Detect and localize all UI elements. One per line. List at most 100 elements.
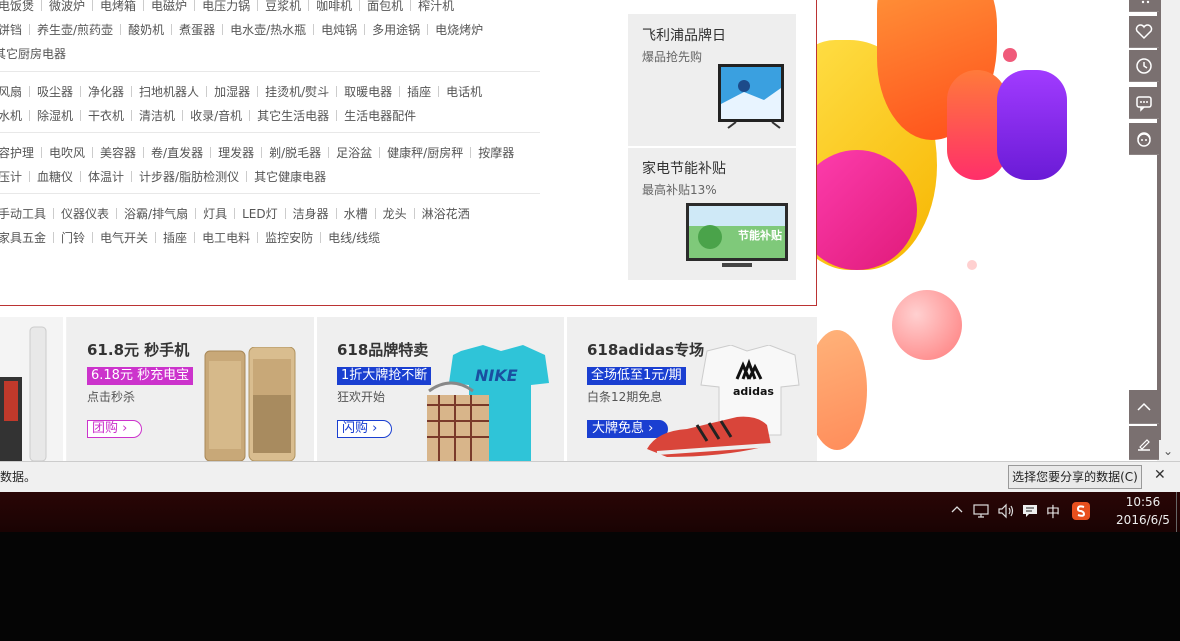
customer-service-icon[interactable]: [1129, 123, 1159, 155]
category-link[interactable]: 多用途锅: [372, 20, 420, 40]
group-buy-button[interactable]: 团购 ›: [87, 420, 143, 438]
category-link[interactable]: 灯具: [203, 204, 227, 224]
category-separator: [120, 24, 122, 35]
category-link[interactable]: 插座: [163, 228, 187, 248]
category-link[interactable]: 体温计: [88, 167, 124, 187]
category-link[interactable]: 浴霸/排气扇: [124, 204, 188, 224]
deal-phone[interactable]: 61.8元 秒手机 6.18元 秒充电宝 点击秒杀 团购 ›: [67, 317, 317, 461]
share-data-button[interactable]: 选择您要分享的数据(C): [1008, 465, 1142, 489]
action-center-icon[interactable]: [1021, 503, 1039, 522]
category-link[interactable]: 清洁机: [139, 106, 175, 126]
category-link[interactable]: 扫地机器人: [139, 82, 199, 102]
nike-logo-text: NIKE: [475, 366, 518, 385]
category-link[interactable]: 榨汁机: [418, 0, 454, 16]
category-link[interactable]: 容护理: [0, 143, 34, 163]
category-link[interactable]: 仪器仪表: [61, 204, 109, 224]
category-link[interactable]: 电炖锅: [321, 20, 357, 40]
category-link[interactable]: 干衣机: [88, 106, 124, 126]
category-link[interactable]: 理发器: [218, 143, 254, 163]
close-icon[interactable]: ✕: [1154, 467, 1166, 483]
category-link[interactable]: 电线/线缆: [328, 228, 380, 248]
clock-date[interactable]: 2016/6/5: [1106, 513, 1180, 527]
category-link[interactable]: 除湿机: [37, 106, 73, 126]
category-link[interactable]: 电吹风: [49, 143, 85, 163]
category-link[interactable]: 挂烫机/熨斗: [265, 82, 329, 102]
category-link[interactable]: 生活电器配件: [344, 106, 416, 126]
message-icon[interactable]: [1129, 87, 1159, 119]
category-link[interactable]: 电烧烤炉: [435, 20, 483, 40]
category-link[interactable]: 电烤箱: [100, 0, 136, 16]
category-link[interactable]: 血糖仪: [37, 167, 73, 187]
category-link[interactable]: 插座: [407, 82, 431, 102]
category-link[interactable]: 计步器/脂肪检测仪: [139, 167, 239, 187]
category-separator: [29, 24, 31, 35]
category-link[interactable]: 养生壶/煎药壶: [37, 20, 113, 40]
category-link[interactable]: 卷/直发器: [151, 143, 203, 163]
category-link[interactable]: 电气开关: [100, 228, 148, 248]
category-link[interactable]: 酸奶机: [128, 20, 164, 40]
category-link[interactable]: 洁身器: [293, 204, 329, 224]
category-link[interactable]: 净化器: [88, 82, 124, 102]
category-link[interactable]: 龙头: [383, 204, 407, 224]
category-link[interactable]: 面包机: [367, 0, 403, 16]
scroll-down-arrow-icon[interactable]: ⌄: [1163, 444, 1173, 458]
category-link[interactable]: 水机: [0, 106, 22, 126]
category-link[interactable]: 健康秤/厨房秤: [387, 143, 463, 163]
category-separator: [131, 86, 133, 97]
heart-icon[interactable]: [1129, 16, 1159, 48]
category-link[interactable]: 其它生活电器: [257, 106, 329, 126]
category-link[interactable]: 收录/音机: [190, 106, 242, 126]
category-link[interactable]: 微波炉: [49, 0, 85, 16]
promo-subtitle: 最高补贴13%: [642, 183, 717, 197]
category-link[interactable]: 监控安防: [265, 228, 313, 248]
category-link[interactable]: 咖啡机: [316, 0, 352, 16]
category-link[interactable]: 按摩器: [478, 143, 514, 163]
category-link[interactable]: 吸尘器: [37, 82, 73, 102]
category-link[interactable]: 饼铛: [0, 20, 22, 40]
category-link[interactable]: 电工电料: [202, 228, 250, 248]
divider: [0, 193, 540, 194]
category-link[interactable]: 压计: [0, 167, 22, 187]
cart-icon[interactable]: [1129, 0, 1159, 12]
category-link[interactable]: 其它厨房电器: [0, 44, 66, 64]
category-link[interactable]: 电话机: [446, 82, 482, 102]
category-link[interactable]: 电饭煲: [0, 0, 34, 16]
category-link[interactable]: 家具五金: [0, 228, 46, 248]
category-link[interactable]: 美容器: [100, 143, 136, 163]
volume-icon[interactable]: [997, 503, 1015, 522]
back-to-top-icon[interactable]: [1129, 390, 1159, 424]
category-link[interactable]: 加湿器: [214, 82, 250, 102]
category-link[interactable]: LED灯: [242, 204, 278, 224]
deal-brand-sale[interactable]: 618品牌特卖 1折大牌抢不断 狂欢开始 闪购 › NIKE: [317, 317, 567, 461]
category-link[interactable]: 豆浆机: [265, 0, 301, 16]
show-desktop-divider[interactable]: [1176, 492, 1177, 532]
deal-partial[interactable]: [0, 317, 66, 461]
category-link[interactable]: 门铃: [61, 228, 85, 248]
category-link[interactable]: 电磁炉: [151, 0, 187, 16]
sogou-input-icon[interactable]: [1072, 502, 1090, 520]
history-icon[interactable]: [1129, 50, 1159, 82]
category-separator: [379, 147, 381, 158]
category-link[interactable]: 足浴盆: [336, 143, 372, 163]
promo-philips[interactable]: 飞利浦品牌日 爆品抢先购: [628, 14, 796, 146]
feedback-icon[interactable]: [1129, 426, 1159, 460]
category-link[interactable]: 风扇: [0, 82, 22, 102]
promo-energy-subsidy[interactable]: 家电节能补贴 最高补贴13% 节能补贴: [628, 148, 796, 280]
chevron-up-icon[interactable]: [951, 503, 963, 517]
clock-time[interactable]: 10:56: [1110, 495, 1176, 509]
category-link[interactable]: 剃/脱毛器: [269, 143, 321, 163]
category-link[interactable]: 水槽: [344, 204, 368, 224]
category-link[interactable]: 电压力锅: [202, 0, 250, 16]
category-link[interactable]: 取暖电器: [344, 82, 392, 102]
energy-tv-image: 节能补贴: [686, 203, 788, 267]
network-icon[interactable]: [973, 503, 991, 522]
page-scrollbar[interactable]: ⌄: [1157, 0, 1180, 461]
category-link[interactable]: 其它健康电器: [254, 167, 326, 187]
category-link[interactable]: 淋浴花洒: [422, 204, 470, 224]
category-link[interactable]: 手动工具: [0, 204, 46, 224]
category-link[interactable]: 煮蛋器: [179, 20, 215, 40]
ime-indicator[interactable]: 中: [1046, 502, 1060, 522]
category-link[interactable]: 电水壶/热水瓶: [230, 20, 306, 40]
deal-adidas[interactable]: 618adidas专场 全场低至1元/期 白条12期免息 大牌免息 › adid…: [567, 317, 817, 461]
flash-sale-button[interactable]: 闪购 ›: [337, 420, 393, 438]
